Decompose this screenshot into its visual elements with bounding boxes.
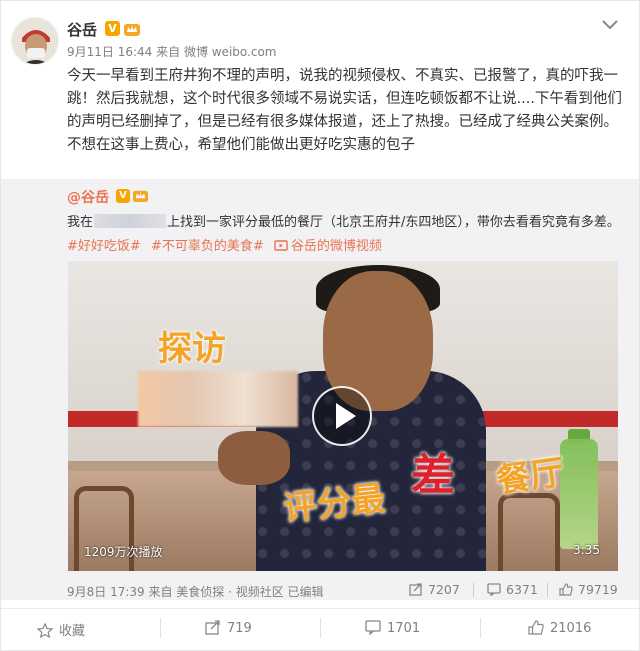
video-bottle	[560, 439, 598, 549]
repost-share-value: 7207	[428, 582, 460, 597]
video-person-hand	[218, 431, 290, 485]
comment-icon	[487, 583, 501, 596]
repost-comment-value: 6371	[506, 582, 538, 597]
tag-link[interactable]: #好好吃饭#	[67, 239, 141, 254]
post-source: 来自 微博 weibo.com	[156, 45, 277, 59]
verified-v-icon: V	[105, 21, 120, 36]
repost-like-count[interactable]: 79719	[559, 582, 618, 597]
repost-author[interactable]: @谷岳	[67, 187, 109, 207]
divider	[547, 583, 548, 597]
divider	[160, 618, 161, 638]
video-play-count: 1209万次播放	[84, 545, 163, 559]
favorite-button[interactable]: 收藏	[37, 620, 85, 639]
video-link-icon	[274, 240, 288, 251]
divider	[473, 583, 474, 597]
divider	[480, 618, 481, 638]
favorite-label: 收藏	[59, 624, 86, 639]
post-date[interactable]: 9月11日 16:44	[67, 45, 152, 59]
comment-button[interactable]: 1701	[365, 620, 420, 636]
repost-text-before: 我在	[67, 215, 94, 230]
like-button[interactable]: 21016	[528, 620, 591, 636]
repost-share-count[interactable]: 7207	[409, 582, 460, 597]
video-overlay-text: 差	[411, 450, 455, 501]
video-link[interactable]: 谷岳的微博视频	[274, 239, 388, 254]
video-overlay-text: 探访	[158, 329, 226, 369]
like-icon	[559, 583, 573, 596]
repost-text-after: 上找到一家评分最低的餐厅（北京王府井/东四地区），带你去看看究竟有多差。	[167, 215, 620, 230]
like-icon	[528, 620, 544, 635]
share-icon	[409, 583, 422, 596]
video-chair	[498, 493, 560, 571]
video-duration: 3:35	[573, 543, 600, 557]
share-icon	[205, 620, 220, 635]
repost-comment-count[interactable]: 6371	[487, 582, 538, 597]
repost-meta: 9月8日 17:39 来自 美食侦探 · 视频社区 已编辑	[67, 585, 324, 599]
repost-count: 719	[227, 621, 252, 636]
blurred-app-name	[94, 214, 167, 228]
star-icon	[37, 623, 53, 638]
post-meta: 9月11日 16:44 来自 微博 weibo.com	[67, 43, 277, 60]
chevron-down-icon[interactable]	[601, 19, 619, 31]
tag-link[interactable]: #不可辜负的美食#	[151, 239, 264, 254]
author-name[interactable]: 谷岳	[67, 19, 97, 40]
comment-count: 1701	[387, 621, 421, 636]
play-icon[interactable]	[312, 386, 372, 446]
weibo-post-card: 谷岳 V 9月11日 16:44 来自 微博 weibo.com 今天一早看到王…	[0, 0, 640, 651]
post-text: 今天一早看到王府井狗不理的声明，说我的视频侵权、不真实、已报警了，真的吓我一跳！…	[67, 68, 622, 153]
video-link-label: 谷岳的微博视频	[290, 239, 382, 254]
author-avatar[interactable]	[11, 17, 59, 65]
comment-icon	[365, 620, 381, 635]
video-player[interactable]: 探访 评分最 差 餐厅	[68, 261, 618, 571]
video-overlay-text: 餐厅	[494, 452, 567, 502]
verified-v-icon: V	[116, 189, 130, 203]
repost-text: 我在 上找到一家评分最低的餐厅（北京王府井/东四地区），带你去看看究竟有多差。	[67, 211, 620, 230]
divider	[320, 618, 321, 638]
like-count: 21016	[550, 621, 592, 636]
repost-tags: #好好吃饭# #不可辜负的美食# 谷岳的微博视频	[67, 235, 394, 254]
crown-badge-icon[interactable]	[132, 187, 149, 203]
repost-like-value: 79719	[578, 582, 618, 597]
video-mosaic-blur	[138, 371, 298, 427]
crown-badge-icon[interactable]	[123, 20, 141, 37]
repost-button[interactable]: 719	[205, 620, 252, 636]
